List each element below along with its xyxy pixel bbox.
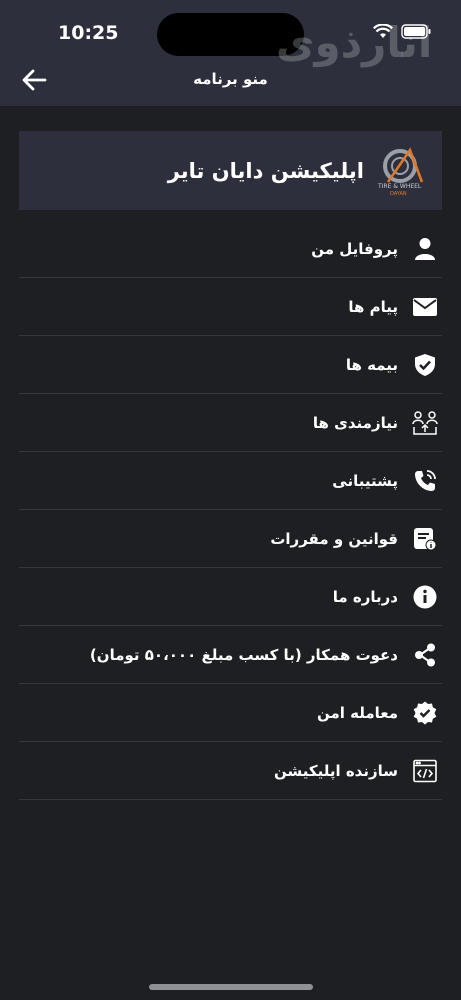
verified-badge-icon	[412, 700, 438, 726]
menu-item-invite[interactable]: دعوت همکار (با کسب مبلغ ۵۰،۰۰۰ تومان)	[19, 626, 442, 684]
share-icon	[412, 642, 438, 668]
phone-ring-icon	[412, 468, 438, 494]
menu-item-insurance[interactable]: بیمه ها	[19, 336, 442, 394]
status-icons	[373, 23, 431, 43]
document-info-icon	[412, 526, 438, 552]
status-time: 10:25	[58, 22, 119, 44]
users-exchange-icon	[412, 410, 438, 436]
menu-item-developer[interactable]: سازنده اپلیکیشن	[19, 742, 442, 800]
battery-icon	[401, 24, 431, 43]
page-title: منو برنامه	[193, 70, 268, 88]
menu-item-label: دعوت همکار (با کسب مبلغ ۵۰،۰۰۰ تومان)	[89, 645, 398, 664]
menu-item-label: پروفایل من	[311, 239, 398, 258]
menu-item-label: بیمه ها	[345, 355, 398, 374]
menu-item-about[interactable]: درباره ما	[19, 568, 442, 626]
svg-text:TIRE & WHEEL: TIRE & WHEEL	[377, 183, 422, 190]
app-name: اپلیکیشن دایان تایر	[167, 158, 364, 183]
menu-item-profile[interactable]: پروفایل من	[19, 220, 442, 278]
menu-item-label: نیازمندی ها	[312, 413, 398, 432]
shield-check-icon	[412, 352, 438, 378]
menu-item-secure-deal[interactable]: معامله امن	[19, 684, 442, 742]
envelope-icon	[412, 294, 438, 320]
menu-item-label: پیام ها	[348, 297, 398, 316]
app-card: اپلیکیشن دایان تایر TIRE & WHEEL DAYAN	[19, 131, 442, 210]
top-bar: 10:25 انارذوی منو برنامه	[0, 0, 461, 106]
menu-item-support[interactable]: پشتیبانی	[19, 452, 442, 510]
menu-item-label: معامله امن	[316, 703, 398, 722]
menu-item-terms[interactable]: قوانین و مقررات	[19, 510, 442, 568]
menu-item-messages[interactable]: پیام ها	[19, 278, 442, 336]
svg-text:DAYAN: DAYAN	[390, 191, 407, 196]
user-icon	[412, 236, 438, 262]
menu-item-requirements[interactable]: نیازمندی ها	[19, 394, 442, 452]
menu-item-label: قوانین و مقررات	[270, 529, 398, 548]
home-indicator[interactable]	[149, 984, 313, 990]
menu-list: پروفایل من پیام ها بیمه ها نیازمندی ها پ…	[19, 220, 442, 800]
menu-item-label: پشتیبانی	[332, 471, 398, 490]
code-window-icon	[412, 758, 438, 784]
menu-item-label: سازنده اپلیکیشن	[273, 761, 398, 780]
tire-wheel-logo: TIRE & WHEEL DAYAN	[376, 146, 428, 197]
wifi-icon	[373, 23, 393, 43]
info-circle-icon	[412, 584, 438, 610]
menu-item-label: درباره ما	[332, 587, 398, 606]
